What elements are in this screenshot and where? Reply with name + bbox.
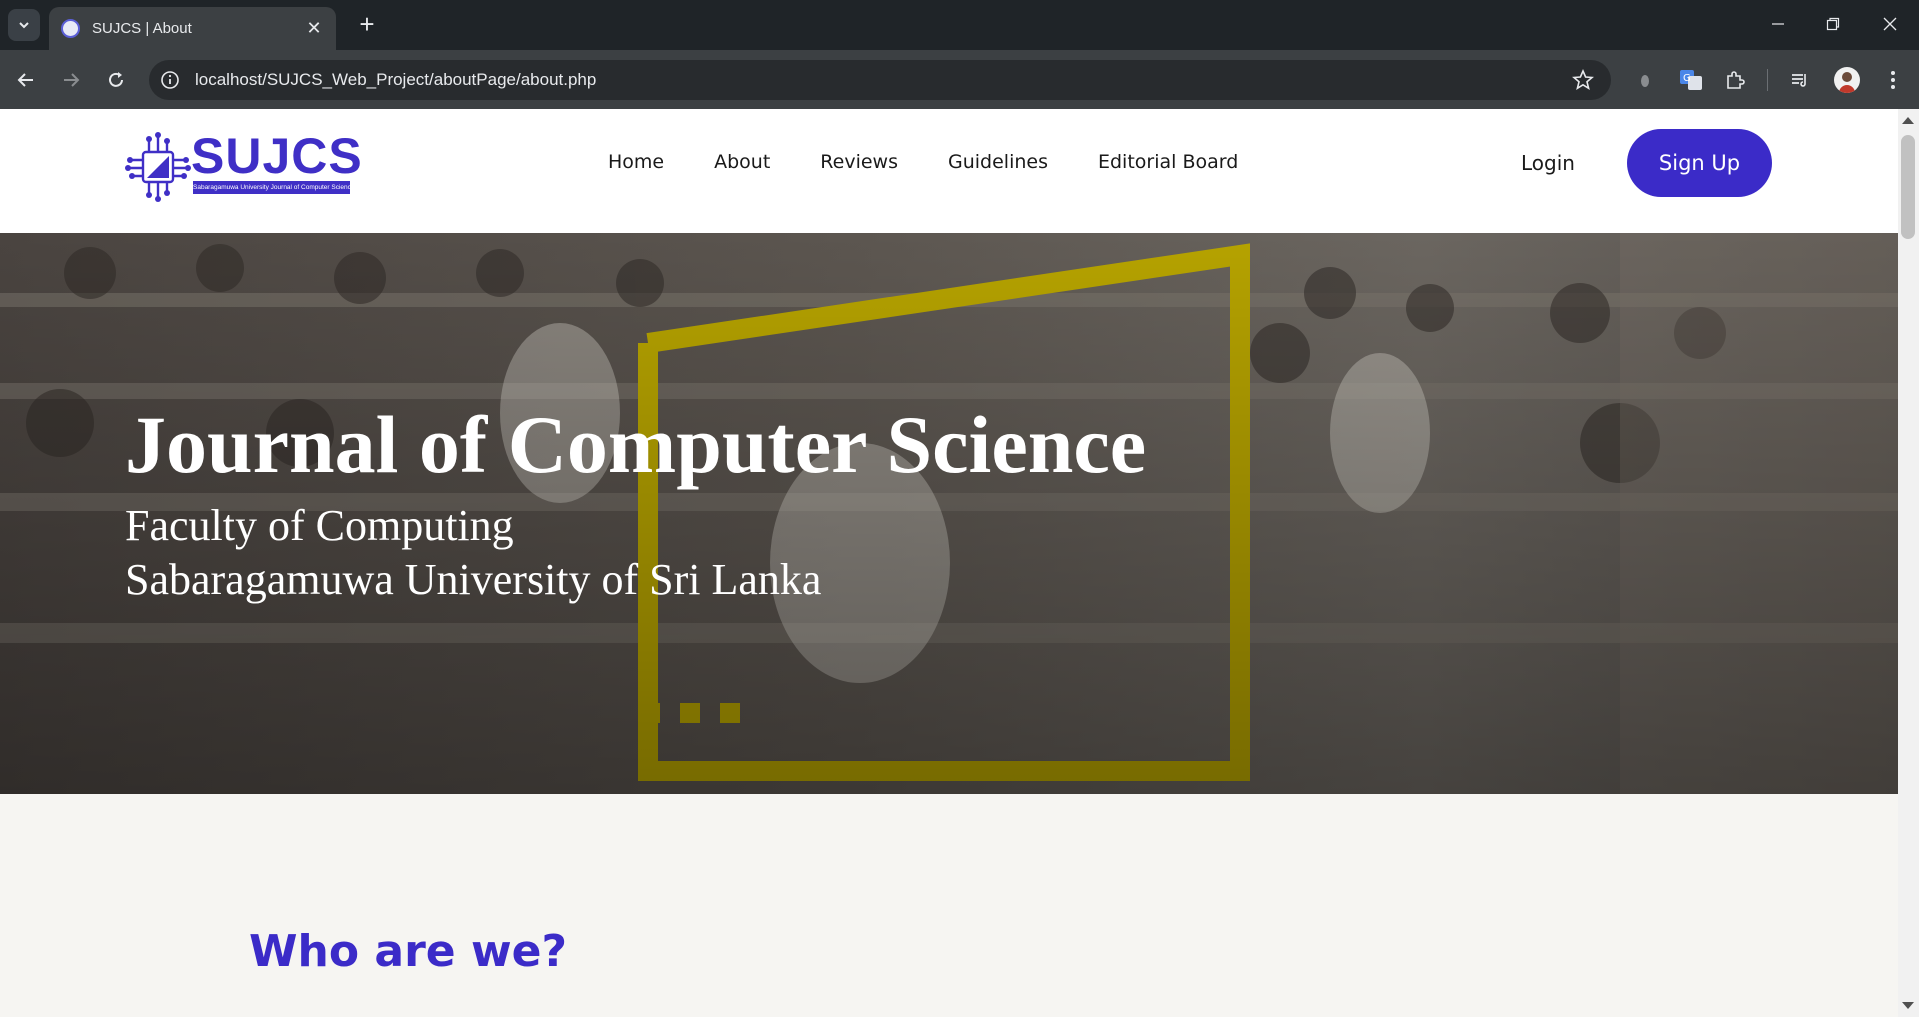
hero-title: Journal of Computer Science: [125, 399, 1147, 490]
section-heading: Who are we?: [249, 926, 567, 977]
nav-about[interactable]: About: [714, 151, 770, 173]
chevron-down-icon: [19, 22, 29, 29]
close-icon[interactable]: ✕: [304, 18, 324, 39]
minimize-icon: [1772, 23, 1784, 25]
info-icon[interactable]: [160, 70, 180, 90]
page-scrollbar[interactable]: [1898, 109, 1919, 1017]
media-icon: [1792, 74, 1806, 87]
url-text[interactable]: localhost/SUJCS_Web_Project/aboutPage/ab…: [195, 70, 596, 90]
favicon-icon: [61, 19, 80, 38]
nav-home[interactable]: Home: [608, 151, 664, 173]
nav-reviews[interactable]: Reviews: [820, 151, 898, 173]
svg-text:G: G: [1683, 73, 1691, 84]
toolbar-separator: [1767, 69, 1768, 91]
new-tab-button[interactable]: +: [352, 10, 382, 40]
avatar-icon: [1839, 72, 1855, 93]
scrollbar-thumb[interactable]: [1901, 135, 1915, 239]
browser-toolbar: localhost/SUJCS_Web_Project/aboutPage/ab…: [0, 50, 1919, 109]
browser-tab-active[interactable]: SUJCS | About ✕: [49, 7, 336, 50]
site-header: SUJCS Sabaragamuwa University Journal of…: [0, 109, 1898, 233]
main-navigation: Home About Reviews Guidelines Editorial …: [608, 151, 1288, 173]
forward-icon: [64, 73, 80, 87]
extensions-button[interactable]: [1722, 67, 1748, 93]
extension-button[interactable]: [1632, 67, 1658, 93]
circuit-chip-icon: [125, 132, 191, 202]
nav-editorial-board[interactable]: Editorial Board: [1098, 151, 1238, 173]
translate-icon: G: [1680, 70, 1702, 90]
restore-icon: [1826, 17, 1840, 31]
profile-avatar[interactable]: [1834, 67, 1860, 93]
browser-menu-button[interactable]: [1880, 67, 1906, 93]
nav-guidelines[interactable]: Guidelines: [948, 151, 1048, 173]
tab-search-button[interactable]: [8, 9, 40, 41]
logo-subtitle: Sabaragamuwa University Journal of Compu…: [193, 181, 350, 194]
puzzle-icon: [1727, 71, 1745, 89]
scroll-up-arrow-icon[interactable]: [1902, 117, 1914, 124]
login-link[interactable]: Login: [1521, 151, 1575, 175]
browser-tabstrip: SUJCS | About ✕ +: [0, 0, 1919, 50]
hero-faculty: Faculty of Computing: [125, 501, 514, 550]
reload-icon: [109, 72, 123, 87]
hero-banner: Journal of Computer Science Faculty of C…: [0, 233, 1898, 794]
star-icon[interactable]: [1571, 68, 1595, 92]
translate-button[interactable]: G: [1678, 67, 1704, 93]
page-viewport: SUJCS Sabaragamuwa University Journal of…: [0, 109, 1919, 1017]
reload-button[interactable]: [100, 64, 132, 96]
site-logo[interactable]: SUJCS Sabaragamuwa University Journal of…: [125, 128, 362, 202]
forward-button[interactable]: [55, 64, 87, 96]
tab-title: SUJCS | About: [92, 20, 192, 37]
close-window-button[interactable]: [1870, 8, 1910, 40]
menu-icon: [1891, 71, 1895, 89]
back-icon: [17, 73, 33, 87]
about-section: Who are we?: [0, 794, 1898, 1017]
back-button[interactable]: [10, 64, 42, 96]
media-button[interactable]: [1787, 67, 1813, 93]
logo-text: SUJCS: [191, 128, 363, 184]
address-bar[interactable]: localhost/SUJCS_Web_Project/aboutPage/ab…: [149, 60, 1611, 100]
scroll-down-arrow-icon[interactable]: [1902, 1002, 1914, 1009]
restore-button[interactable]: [1813, 8, 1853, 40]
extension-icon: [1641, 75, 1649, 87]
minimize-button[interactable]: [1758, 8, 1798, 40]
signup-button[interactable]: Sign Up: [1627, 129, 1772, 197]
close-icon: [1883, 17, 1897, 31]
hero-university: Sabaragamuwa University of Sri Lanka: [125, 555, 822, 604]
